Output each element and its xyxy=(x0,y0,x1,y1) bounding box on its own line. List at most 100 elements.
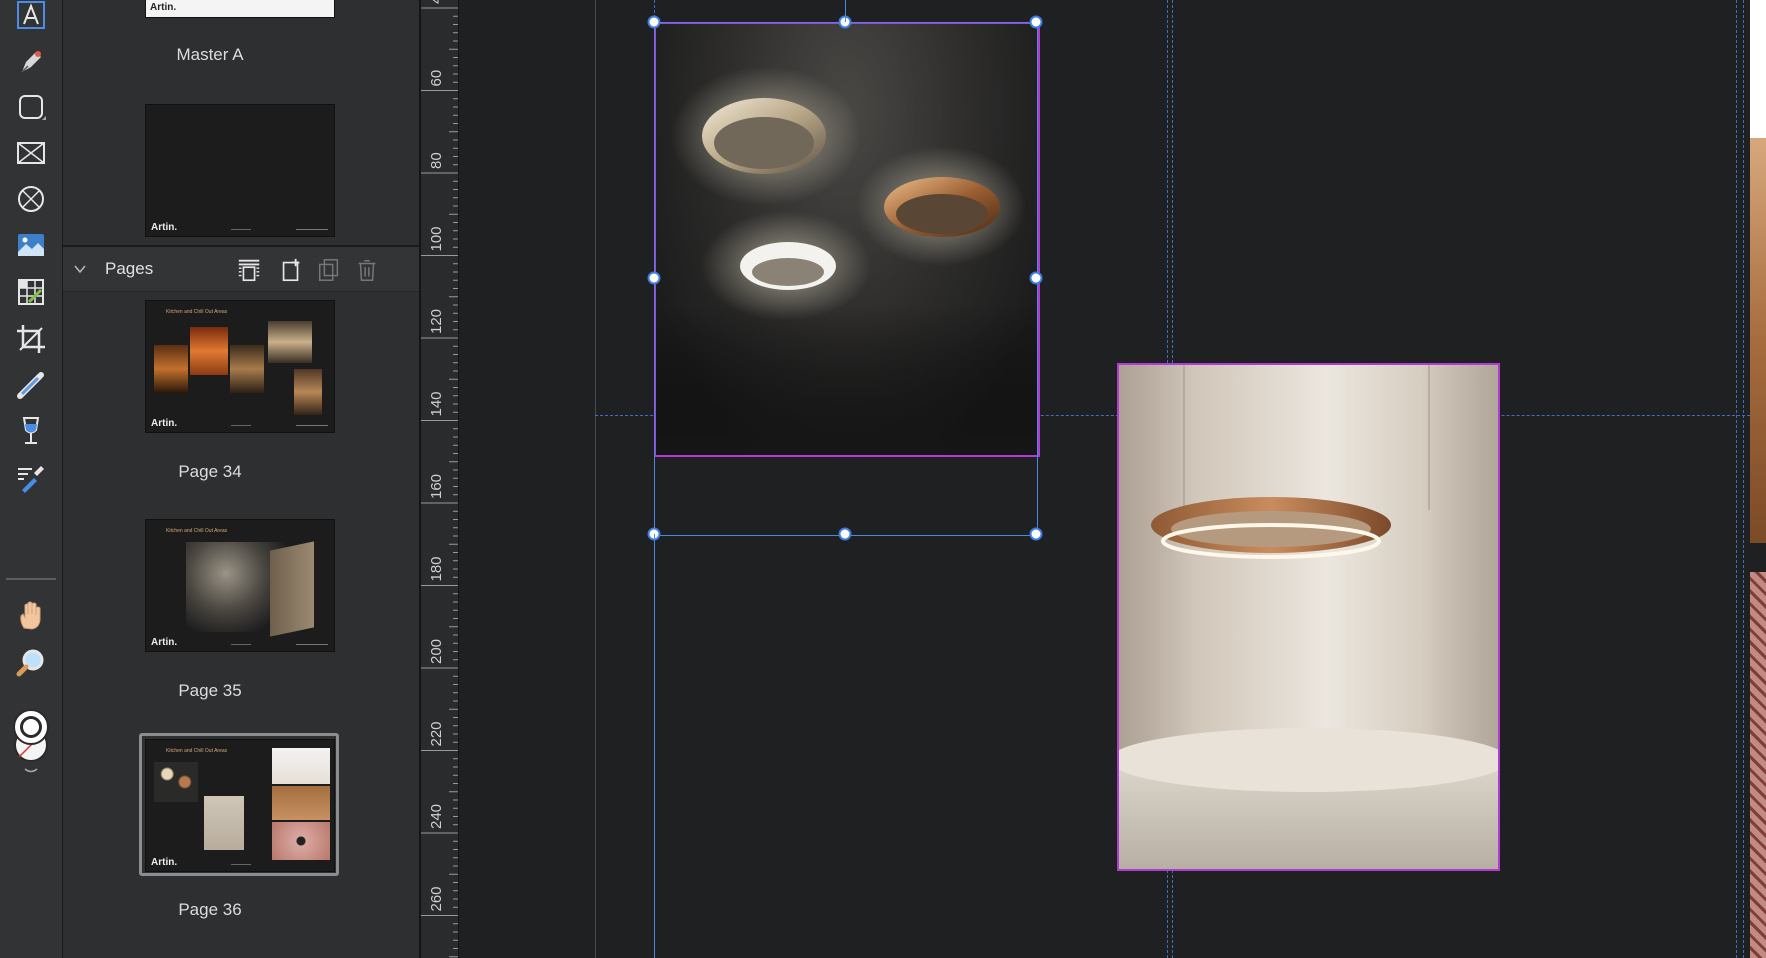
pen-icon xyxy=(21,51,41,73)
fill-stroke-swatch-icon xyxy=(13,709,49,773)
selection-bounding-box[interactable] xyxy=(654,22,1038,536)
ruler-label: 160 xyxy=(428,474,445,499)
fill-stroke-selector[interactable] xyxy=(10,700,52,780)
master-a-label: Master A xyxy=(176,45,244,64)
color-picker-tool[interactable] xyxy=(10,457,52,499)
ruler-label: 260 xyxy=(428,886,445,911)
ruler-label: 120 xyxy=(428,309,445,334)
adjacent-image-edge xyxy=(1750,572,1766,958)
gradient-tool[interactable] xyxy=(10,364,52,406)
resize-handle-top-right[interactable] xyxy=(1029,15,1043,29)
hand-tool[interactable] xyxy=(10,594,52,636)
crop-icon xyxy=(17,325,45,353)
artistic-text-tool[interactable] xyxy=(10,0,52,36)
magnifier-icon xyxy=(16,649,44,677)
document-canvas[interactable] xyxy=(459,0,1766,958)
thumb-footer-line xyxy=(296,229,328,230)
thumb-photo xyxy=(272,786,330,820)
ruler-label: 200 xyxy=(428,639,445,664)
thumb-title: Kitchen and Chill Out Areas xyxy=(166,309,228,315)
pendant-light-image[interactable] xyxy=(1117,363,1500,871)
pages-section-header: Pages xyxy=(63,245,419,292)
table-tool[interactable] xyxy=(10,271,52,313)
add-page-icon xyxy=(282,258,300,282)
pen-tool[interactable] xyxy=(10,40,52,82)
thumb-footer-line xyxy=(231,229,251,230)
thumb-photo xyxy=(272,748,330,784)
thumb-footer-line xyxy=(296,644,328,645)
ruler-label: 100 xyxy=(428,226,445,251)
duplicate-icon xyxy=(318,259,339,281)
ruler-label: 40 xyxy=(428,0,445,4)
resize-handle-bottom[interactable] xyxy=(838,527,852,541)
ruler-label: 220 xyxy=(428,721,445,746)
ruler-ticks: 40 60 80 100 120 140 160 180 200 220 240 260 xyxy=(421,0,458,958)
fill-tool[interactable] xyxy=(10,410,52,452)
resize-handle-bottom-right[interactable] xyxy=(1029,527,1043,541)
ruler-label: 80 xyxy=(428,152,445,169)
resize-handle-right[interactable] xyxy=(1029,271,1043,285)
pages-section-title: Pages xyxy=(105,259,154,278)
ellipse-frame-tool[interactable] xyxy=(10,178,52,220)
page-edge xyxy=(595,0,596,958)
selection-connector xyxy=(845,0,846,22)
chevron-down-icon[interactable] xyxy=(73,262,87,276)
thumb-brand: Artin. xyxy=(151,222,178,233)
crop-tool[interactable] xyxy=(10,318,52,360)
page-35-thumbnail[interactable]: Kitchen and Chill Out Areas Artin. xyxy=(145,519,335,652)
ruler-label: 240 xyxy=(428,804,445,829)
adjacent-image-edge xyxy=(1750,138,1766,543)
rectangle-tool[interactable] xyxy=(10,86,52,128)
thumb-footer-line xyxy=(231,864,251,865)
place-image-tool[interactable] xyxy=(10,224,52,266)
duplicate-page-button[interactable] xyxy=(315,256,343,284)
ellipse-cross-icon xyxy=(18,186,44,212)
thumb-photo xyxy=(154,345,188,393)
thumb-photo xyxy=(268,321,312,363)
thumb-footer-line xyxy=(296,425,328,426)
resize-handle-left[interactable] xyxy=(647,271,661,285)
thumb-brand: Artin. xyxy=(150,2,177,13)
text-icon xyxy=(17,1,45,29)
insert-pages-icon xyxy=(238,259,260,282)
trash-icon xyxy=(358,259,376,281)
ruler-label: 140 xyxy=(428,391,445,416)
margin-guide xyxy=(1743,0,1744,958)
table-icon xyxy=(18,279,44,305)
affinity-publisher-window: Artin. Master A Artin. Pages Kitchen and… xyxy=(0,0,1766,958)
vertical-ruler[interactable]: 40 60 80 100 120 140 160 180 200 220 240 260 xyxy=(421,0,459,958)
thumb-photo xyxy=(272,822,330,860)
thumb-brand: Artin. xyxy=(151,418,178,429)
toolbar-divider xyxy=(6,578,56,580)
picture-frame-tool[interactable] xyxy=(10,132,52,174)
eyedropper-icon xyxy=(18,466,44,493)
gradient-icon xyxy=(17,372,44,399)
margin-guide xyxy=(1736,0,1737,958)
selection-connector xyxy=(654,534,655,958)
ruler-label: 180 xyxy=(428,556,445,581)
page-34-thumbnail[interactable]: Kitchen and Chill Out Areas Artin. xyxy=(145,300,335,433)
zoom-tool[interactable] xyxy=(10,642,52,684)
thumb-photo xyxy=(204,796,244,850)
thumb-brand: Artin. xyxy=(151,857,178,868)
master-a-thumbnail[interactable]: Artin. xyxy=(145,0,335,18)
pages-panel: Artin. Master A Artin. Pages Kitchen and… xyxy=(63,0,421,958)
thumb-title: Kitchen and Chill Out Areas xyxy=(166,748,228,754)
insert-pages-button[interactable] xyxy=(235,256,263,284)
resize-handle-top-left[interactable] xyxy=(647,15,661,29)
pendant-ring-illustration xyxy=(1119,365,1498,869)
page-35-label: Page 35 xyxy=(178,681,242,700)
thumb-footer-line xyxy=(231,425,251,426)
image-icon xyxy=(18,234,44,256)
thumb-photo xyxy=(270,541,314,637)
page-36-thumbnail[interactable]: Kitchen and Chill Out Areas Artin. xyxy=(145,739,335,872)
hand-icon xyxy=(20,601,41,630)
thumb-footer-line xyxy=(231,644,251,645)
thumb-photo xyxy=(230,345,264,393)
delete-page-button[interactable] xyxy=(353,256,381,284)
thumb-photo xyxy=(154,762,198,802)
add-page-button[interactable] xyxy=(277,256,305,284)
page-36-label: Page 36 xyxy=(178,900,242,919)
master-b-thumbnail[interactable]: Artin. xyxy=(145,104,335,237)
thumb-photo xyxy=(294,369,322,415)
